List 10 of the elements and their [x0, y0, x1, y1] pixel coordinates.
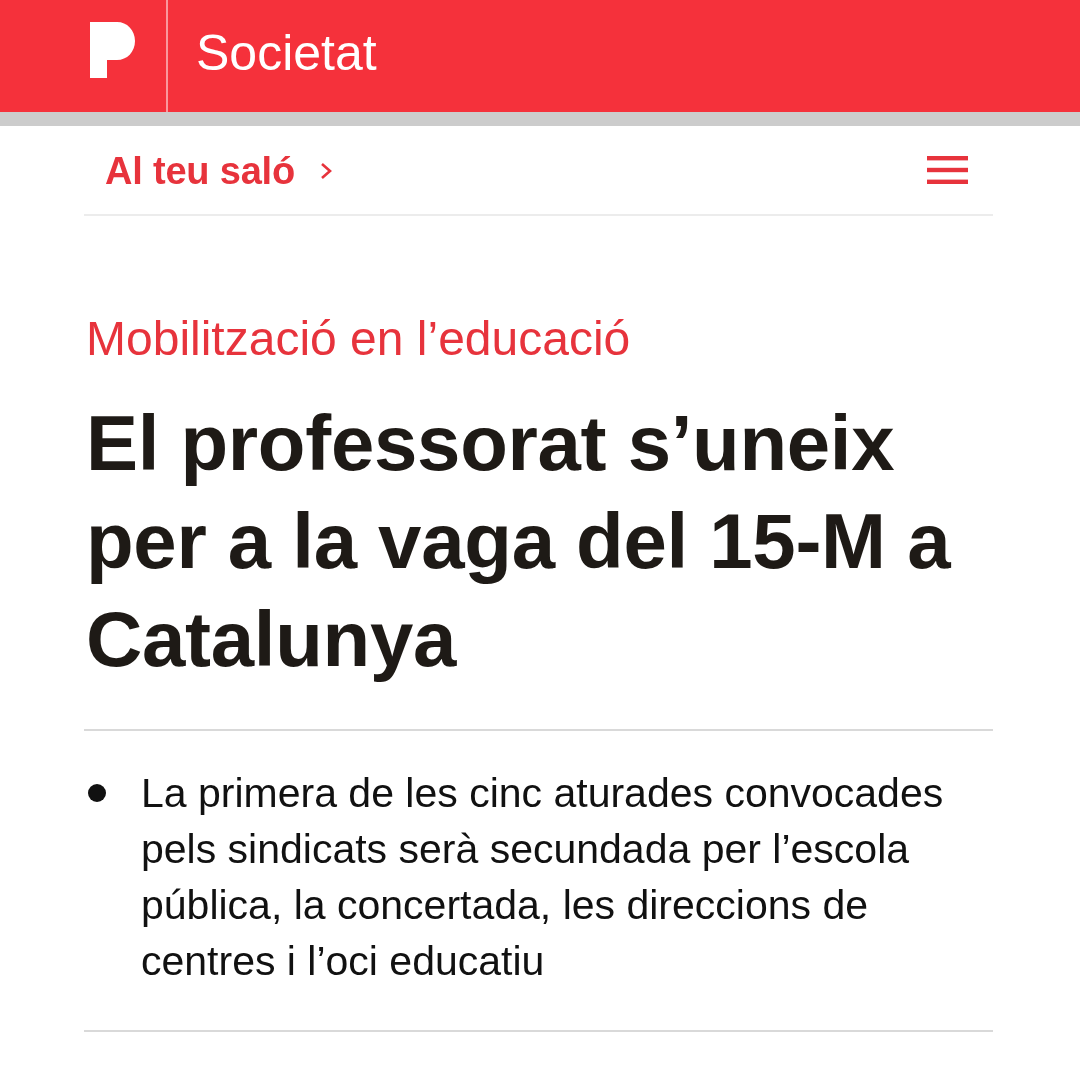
- menu-icon: [927, 156, 968, 184]
- section-link[interactable]: Al teu saló: [105, 150, 332, 190]
- logo-icon[interactable]: [90, 22, 135, 78]
- menu-button[interactable]: [927, 156, 968, 184]
- chevron-right-icon: [319, 162, 332, 180]
- summary-text: La primera de les cinc aturades convocades pels sindicats serà secundada per l’escola pública, la concertada, les direccions de centres i l’oci educatiu: [141, 769, 945, 986]
- section-title: Societat: [195, 28, 377, 78]
- kicker-text: Mobilització en l’educació: [86, 311, 632, 367]
- headline: El professorat s’uneix per a la vaga del 15-M a Catalunya: [86, 398, 952, 685]
- bullet-icon: [88, 784, 106, 802]
